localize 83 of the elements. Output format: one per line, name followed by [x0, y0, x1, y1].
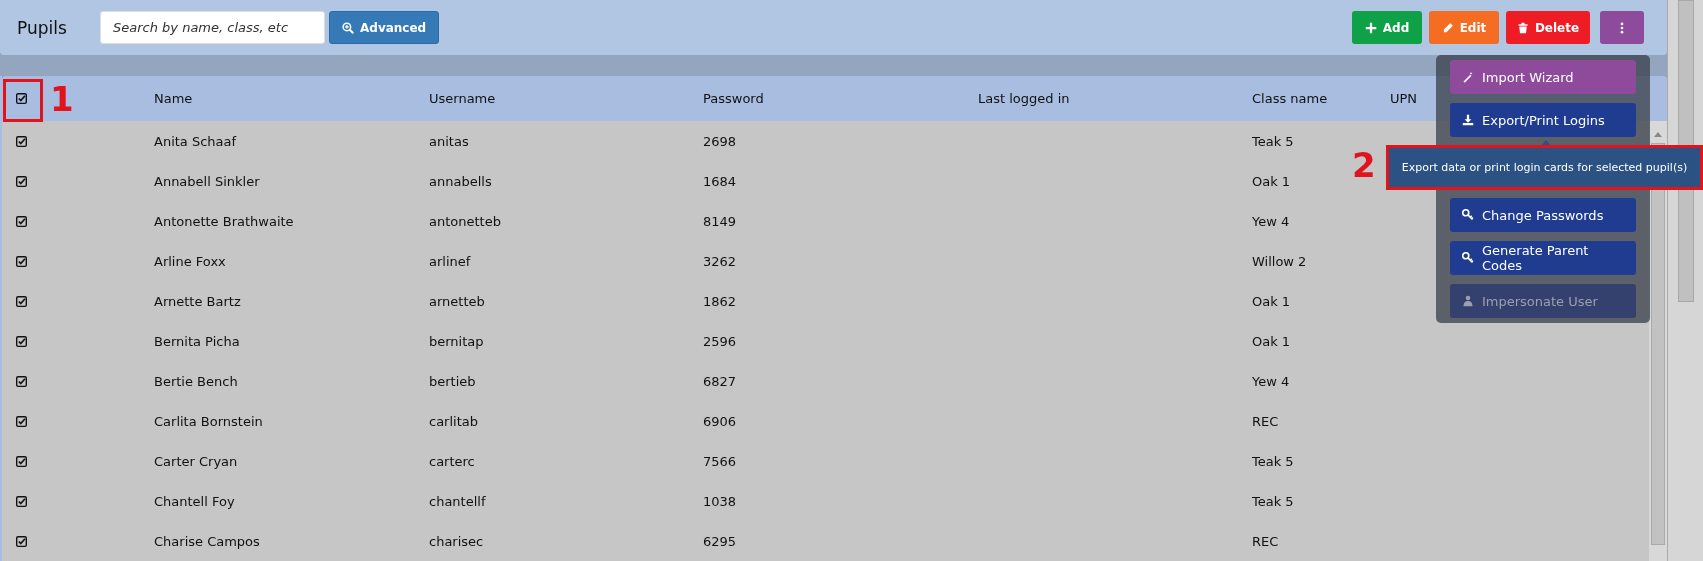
table-cell-text: Charise Campos — [154, 533, 261, 549]
tooltip: Export data or print login cards for selected pupil(s) — [1386, 145, 1703, 190]
up-arrow-icon — [1653, 131, 1663, 137]
table-cell-text: anitas — [429, 133, 470, 149]
table-cell-text: 1862 — [703, 293, 738, 309]
wand-icon — [1462, 71, 1474, 83]
table-cell-text: Carter Cryan — [154, 453, 239, 469]
table-cell-text: Teak 5 — [1252, 493, 1295, 509]
table-cell-text: Willow 2 — [1252, 253, 1308, 269]
annotation-number: 1 — [50, 82, 74, 116]
menu-item[interactable]: Export/Print Logins — [1450, 103, 1636, 137]
table-cell-text: Oak 1 — [1252, 333, 1292, 349]
table-cell-text: Teak 5 — [1252, 133, 1295, 149]
checked-checkbox[interactable] — [16, 175, 27, 187]
table-cell-text: Anita Schaaf — [154, 133, 238, 149]
table-cell-text: annabells — [429, 173, 493, 189]
annotation-number: 2 — [1352, 148, 1376, 182]
table-cell-text: 6906 — [703, 413, 738, 429]
checked-checkbox[interactable] — [16, 335, 27, 347]
column-header[interactable]: Last logged in — [978, 91, 1252, 106]
table-cell-text: chantellf — [429, 493, 487, 509]
table-cell-text: 6295 — [703, 533, 738, 549]
table-cell-text: 6827 — [703, 373, 738, 389]
checked-checkbox[interactable] — [16, 93, 27, 104]
column-header[interactable]: Name — [154, 91, 429, 106]
table-cell-text: 1684 — [703, 173, 738, 189]
menu-item[interactable]: Change Passwords — [1450, 198, 1636, 232]
table-cell-text: arnetteb — [429, 293, 486, 309]
key-icon — [1462, 252, 1474, 264]
table-cell-text: Yew 4 — [1252, 213, 1291, 229]
key-icon — [1462, 209, 1474, 221]
table-cell-text: arlinef — [429, 253, 472, 269]
checked-checkbox[interactable] — [16, 535, 27, 547]
highlight-frame — [3, 79, 43, 122]
table-cell-text: Teak 5 — [1252, 453, 1295, 469]
table-cell-text: Oak 1 — [1252, 293, 1292, 309]
table-cell-text: REC — [1252, 413, 1280, 429]
table-cell-text: bertieb — [429, 373, 477, 389]
table-cell-text: antonetteb — [429, 213, 502, 229]
column-header[interactable]: Username — [429, 91, 703, 106]
table-cell-text: Bertie Bench — [154, 373, 239, 389]
table-cell-text: 1038 — [703, 493, 738, 509]
table-cell-text: 3262 — [703, 253, 738, 269]
page-title: Pupils — [17, 17, 68, 38]
table-cell-text: Antonette Brathwaite — [154, 213, 295, 229]
checked-checkbox[interactable] — [16, 495, 27, 507]
checked-checkbox[interactable] — [16, 295, 27, 307]
user-icon — [1462, 295, 1474, 307]
column-header[interactable]: Password — [703, 91, 978, 106]
table-cell-text: charisec — [429, 533, 485, 549]
table-cell-text: 8149 — [703, 213, 738, 229]
trash-icon — [1516, 21, 1529, 34]
table-cell-text: Annabell Sinkler — [154, 173, 261, 189]
menu-item[interactable]: Generate Parent Codes — [1450, 241, 1636, 275]
checked-checkbox[interactable] — [16, 455, 27, 467]
column-header[interactable]: Class name — [1252, 91, 1390, 106]
table-cell-text: Arnette Bartz — [154, 293, 242, 309]
search-icon — [342, 21, 354, 34]
table-cell-text: 7566 — [703, 453, 738, 469]
table-cell-text: bernitap — [429, 333, 485, 349]
table-cell-text: 2596 — [703, 333, 738, 349]
checked-checkbox[interactable] — [16, 255, 27, 267]
search-field[interactable]: Search by name, class, etc — [100, 11, 325, 44]
delete-button[interactable]: Delete — [1506, 11, 1590, 44]
menu-item[interactable]: Import Wizard — [1450, 60, 1636, 94]
table-cell-text: carlitab — [429, 413, 479, 429]
table-cell-text: Arline Foxx — [154, 253, 227, 269]
table-cell-text: REC — [1252, 533, 1280, 549]
checked-checkbox[interactable] — [16, 215, 27, 227]
checked-checkbox[interactable] — [16, 135, 27, 147]
table-cell-text: Carlita Bornstein — [154, 413, 264, 429]
table-cell-text: Chantell Foy — [154, 493, 236, 509]
pencil-icon — [1441, 21, 1454, 34]
download-icon — [1462, 114, 1474, 126]
table-cell-text: carterc — [429, 453, 476, 469]
table-cell-text: 2698 — [703, 133, 738, 149]
table-cell-text: Yew 4 — [1252, 373, 1291, 389]
checked-checkbox[interactable] — [16, 375, 27, 387]
table-cell-text: Bernita Picha — [154, 333, 241, 349]
plus-icon — [1364, 21, 1377, 34]
advanced-button[interactable]: Advanced — [329, 11, 440, 44]
checked-checkbox[interactable] — [16, 415, 27, 427]
table-cell-text: Oak 1 — [1252, 173, 1292, 189]
